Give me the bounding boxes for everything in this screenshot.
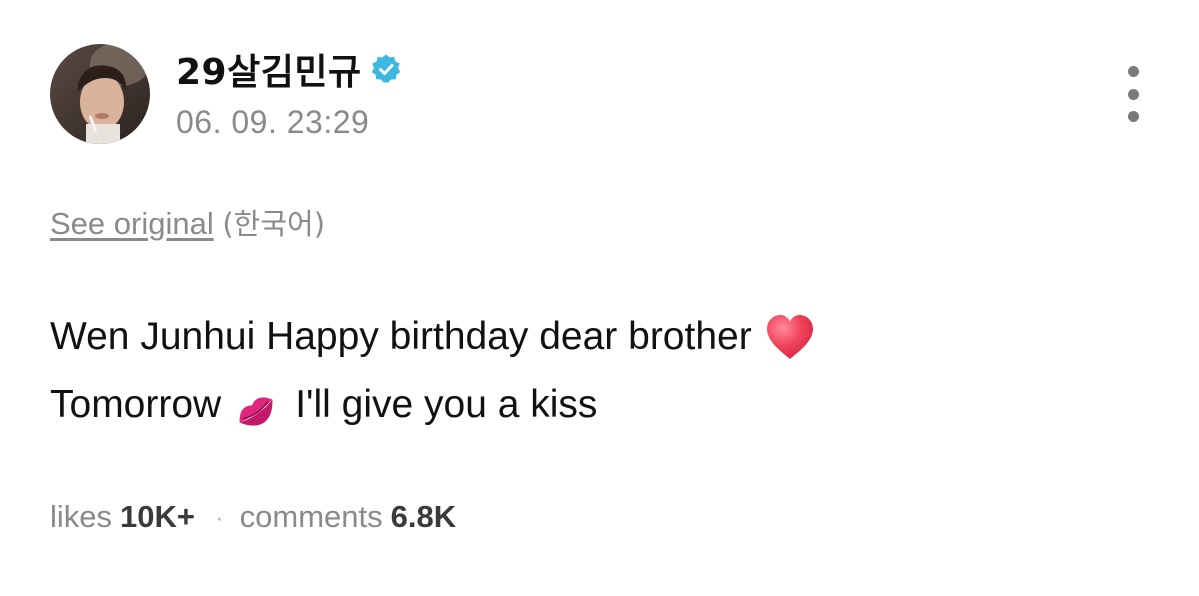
post-stats: likes 10K+ · comments 6.8K (50, 499, 456, 535)
kiss-mark-icon (233, 385, 279, 426)
post-card: 29살김민규 06. 09. 23:29 See original (한국어) … (0, 0, 1199, 596)
comments-label: comments (239, 499, 383, 534)
post-text-line2-b: I'll give you a kiss (295, 383, 598, 426)
verified-badge-icon (370, 53, 402, 85)
red-heart-icon (764, 313, 816, 361)
see-original-link[interactable]: See original (50, 206, 214, 241)
comments-stat[interactable]: comments 6.8K (240, 499, 456, 535)
more-dot-icon (1127, 111, 1139, 122)
post-line-1: Wen Junhui Happy birthday dear brother (50, 303, 824, 371)
author-avatar[interactable] (50, 44, 150, 144)
likes-label: likes (50, 499, 113, 534)
stats-separator: · (215, 501, 224, 532)
likes-stat[interactable]: likes 10K+ (50, 499, 195, 535)
comments-count: 6.8K (390, 499, 457, 534)
post-line-2: Tomorrow I'll give you a kiss (50, 371, 824, 439)
more-dot-icon (1127, 88, 1139, 100)
post-text-line2-a: Tomorrow (50, 383, 222, 426)
author-name[interactable]: 29살김민규 (176, 43, 362, 95)
post-body: Wen Junhui Happy birthday dear brother T… (50, 303, 824, 439)
more-options-button[interactable] (1118, 66, 1148, 122)
likes-count: 10K+ (120, 499, 195, 534)
author-header: 29살김민규 (176, 43, 402, 95)
more-dot-icon (1127, 66, 1139, 77)
translation-row: See original (한국어) (50, 201, 325, 243)
original-language-label: (한국어) (222, 207, 326, 241)
post-text-line1: Wen Junhui Happy birthday dear brother (50, 315, 752, 358)
avatar-photo (50, 44, 150, 144)
post-timestamp: 06. 09. 23:29 (176, 104, 370, 140)
